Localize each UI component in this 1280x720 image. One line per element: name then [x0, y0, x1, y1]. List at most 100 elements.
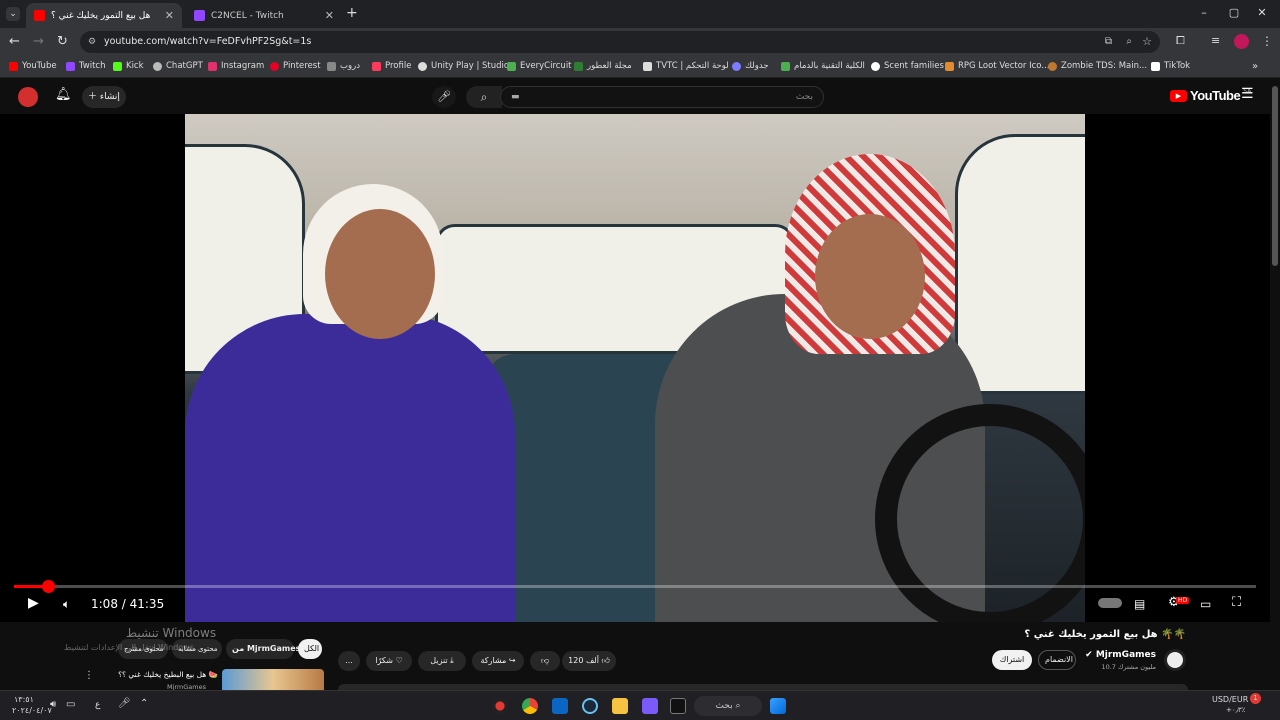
network-tray-icon[interactable]: ▭ [66, 699, 75, 710]
theater-mode-icon[interactable]: ▭ [1200, 597, 1211, 611]
notifications-bell-icon[interactable]: 🔔︎ [55, 87, 72, 102]
zoom-icon[interactable]: ⌕ [1126, 31, 1132, 53]
progress-bar[interactable] [14, 580, 1256, 593]
bookmark-item[interactable]: Pinterest [270, 61, 321, 71]
minimize-button[interactable]: – [1194, 6, 1214, 19]
progress-scrubber-handle[interactable] [41, 580, 55, 593]
file-explorer-icon[interactable] [612, 698, 628, 714]
search-input[interactable]: ▬ بحث [500, 86, 824, 108]
youtube-logo[interactable]: ▶ YouTube SA [1170, 88, 1251, 103]
clock-time[interactable]: ١٣:٥١ [14, 695, 34, 704]
bookmark-item[interactable]: TikTok [1151, 61, 1190, 71]
site-info-icon[interactable]: ⚙ [88, 31, 96, 53]
dislike-button[interactable]: 👎︎ [530, 651, 560, 671]
instagram-icon [208, 61, 217, 71]
volume-tray-icon[interactable]: 🔊︎ [50, 699, 56, 710]
play-button-icon[interactable]: ▶ [28, 595, 39, 611]
bookmark-item[interactable]: الكلية التقنية بالدمام [781, 61, 865, 71]
windows-start-icon[interactable] [770, 698, 786, 714]
maximize-button[interactable]: ▢ [1224, 6, 1244, 19]
bookmark-item[interactable]: دروب [327, 61, 360, 71]
language-indicator[interactable]: ع [95, 700, 100, 710]
notification-badge[interactable]: 1 [1250, 693, 1261, 704]
bookmark-item[interactable]: YouTube [9, 61, 57, 71]
video-player[interactable] [0, 114, 1270, 622]
bookmark-item[interactable]: Zombie TDS: Main... [1048, 61, 1147, 71]
download-button[interactable]: تنزيل ⤓ [418, 651, 466, 671]
browser-toolbar: ← → ↻ ⚙ youtube.com/watch?v=FeDFvhPF2Sg&… [0, 28, 1280, 56]
bookmark-item[interactable]: جدولك [732, 61, 769, 71]
bookmark-item[interactable]: مجلة العطور [574, 61, 632, 71]
media-queue-icon[interactable]: ≡ [1211, 34, 1220, 47]
bookmark-item[interactable]: ChatGPT [153, 61, 203, 71]
tab-close-icon[interactable]: ✕ [165, 9, 174, 22]
back-arrow-icon[interactable]: ← [9, 34, 20, 49]
filter-chip-all[interactable]: الكل [298, 639, 322, 659]
install-app-icon[interactable]: ⧉ [1105, 31, 1112, 53]
recommended-menu-icon[interactable]: ⋮ [84, 670, 94, 681]
bookmark-item[interactable]: Scent families [871, 61, 944, 71]
more-bookmarks-icon[interactable]: » [1252, 61, 1258, 72]
voice-search-microphone-icon[interactable]: 🎤︎ [432, 86, 456, 108]
recommended-thumbnail[interactable] [222, 669, 324, 690]
share-button[interactable]: مشاركة ↪ [472, 651, 524, 671]
bookmark-item[interactable]: Profile [372, 61, 411, 71]
recommended-title[interactable]: هل بيع البطيخ يخليك غني ؟؟ 🍉 [98, 670, 218, 679]
profile-avatar[interactable] [1234, 34, 1249, 49]
address-bar[interactable]: ⚙ youtube.com/watch?v=FeDFvhPF2Sg&t=1s ⧉… [80, 31, 1160, 53]
bookmark-item[interactable]: RPG Loot Vector Ico... [945, 61, 1049, 71]
snipping-tool-icon[interactable] [642, 698, 658, 714]
store-icon[interactable] [552, 698, 568, 714]
tab-close-icon[interactable]: ✕ [325, 9, 334, 22]
keyboard-icon[interactable]: ▬ [511, 87, 520, 107]
tab-twitch[interactable]: C2NCEL - Twitch ✕ [186, 3, 342, 28]
bookmark-star-icon[interactable]: ☆ [1142, 31, 1152, 53]
page-scrollbar-thumb[interactable] [1272, 86, 1278, 266]
join-button[interactable]: الانضمام [1038, 650, 1076, 670]
bookmark-item[interactable]: Instagram [208, 61, 264, 71]
tab-search-icon[interactable]: ⌄ [6, 7, 20, 21]
bookmark-item[interactable]: TVTC | لوحة التحكم [643, 61, 729, 71]
hd-badge: HD [1176, 597, 1190, 604]
subscribe-button[interactable]: اشتراك [992, 650, 1032, 670]
guide-menu-icon[interactable]: ☰ [1241, 86, 1254, 102]
more-actions-button[interactable]: ... [338, 651, 360, 671]
autoplay-toggle-icon[interactable] [1098, 598, 1122, 608]
clock-date[interactable]: ٢٠٢٤/٠٤/٠٧ [12, 706, 52, 715]
volume-icon[interactable]: 🔈︎ [63, 597, 70, 612]
account-avatar[interactable] [18, 87, 38, 107]
create-button[interactable]: ＋ إنشاء [82, 86, 126, 108]
taskbar-search[interactable]: بحث ⌕ [694, 696, 762, 716]
like-button[interactable]: 120 ألف 👍︎ [562, 651, 616, 671]
tab-youtube-video[interactable]: هل بيع التمور يخليك غني ؟ ✕ [26, 3, 182, 28]
currency-ticker[interactable]: USD/EUR [1212, 695, 1248, 704]
bookmark-item[interactable]: Unity Play | Studio [418, 61, 509, 71]
extensions-icon[interactable]: ⧠ [1176, 34, 1185, 48]
fullscreen-icon[interactable]: ⛶ [1232, 595, 1241, 610]
bookmark-item[interactable]: Twitch [66, 61, 106, 71]
subtitles-icon[interactable]: ▤ [1134, 597, 1145, 611]
new-tab-button[interactable]: + [346, 5, 358, 21]
filter-chip-from-channel[interactable]: من MjrmGames [226, 639, 300, 659]
channel-avatar[interactable] [1164, 649, 1186, 671]
video-frame[interactable] [185, 114, 1085, 622]
close-window-button[interactable]: ✕ [1252, 6, 1272, 19]
chrome-icon[interactable] [522, 698, 538, 714]
thanks-button[interactable]: شكرًا ♡ [366, 651, 412, 671]
browser-app-icon[interactable] [492, 698, 508, 714]
youtube-logo-text: YouTube [1190, 88, 1241, 103]
person-right-face [815, 214, 925, 339]
browser-menu-icon[interactable]: ⋮ [1261, 34, 1273, 48]
bookmark-item[interactable]: EveryCircuit [507, 61, 572, 71]
search-button[interactable]: ⌕ [466, 86, 502, 108]
terminal-icon[interactable] [670, 698, 686, 714]
reload-icon[interactable]: ↻ [57, 34, 68, 49]
bookmark-item[interactable]: Kick [113, 61, 144, 71]
browser-tab-strip: ⌄ هل بيع التمور يخليك غني ؟ ✕ C2NCEL - T… [0, 0, 1280, 28]
microphone-tray-icon[interactable]: 🎤︎ [118, 698, 131, 709]
forward-arrow-icon[interactable]: → [33, 34, 44, 49]
tab-title: C2NCEL - Twitch [211, 10, 284, 21]
steam-icon[interactable] [582, 698, 598, 714]
channel-name[interactable]: ✔ MjrmGames [1080, 650, 1156, 660]
hidden-icons-chevron-icon[interactable]: ⌃ [140, 698, 148, 709]
